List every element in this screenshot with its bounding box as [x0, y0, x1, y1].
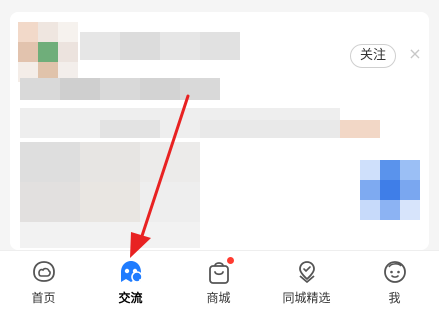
bottom-tab-bar: 首页 交流 商城 同城精选 我 — [0, 250, 439, 311]
local-select-icon — [292, 258, 322, 286]
community-icon — [116, 258, 146, 286]
tab-label: 同城精选 — [282, 291, 331, 305]
notification-dot — [226, 257, 234, 264]
tab-label: 商城 — [206, 291, 231, 305]
follow-button[interactable]: 关注 — [350, 44, 396, 68]
tab-home[interactable]: 首页 — [0, 251, 87, 311]
post-meta-blurred — [20, 78, 220, 100]
shopping-bag-icon — [204, 257, 234, 286]
post-image-blurred[interactable] — [20, 142, 200, 248]
post-thumbnail-blurred[interactable] — [360, 160, 420, 220]
tab-label: 首页 — [31, 291, 56, 305]
tab-local-select[interactable]: 同城精选 — [263, 251, 350, 311]
app-screen: 关注 × 首页 交流 商城 同城精选 我 — [0, 0, 439, 311]
close-icon[interactable]: × — [406, 45, 424, 63]
home-icon — [29, 258, 59, 286]
tab-label: 交流 — [118, 291, 143, 305]
tab-label: 我 — [388, 291, 401, 305]
profile-face-icon — [380, 258, 410, 286]
tab-mall[interactable]: 商城 — [175, 251, 262, 311]
tab-me[interactable]: 我 — [351, 251, 438, 311]
avatar[interactable] — [18, 22, 78, 82]
feed-post-card[interactable]: 关注 × — [10, 12, 429, 250]
tab-community[interactable]: 交流 — [87, 251, 174, 311]
